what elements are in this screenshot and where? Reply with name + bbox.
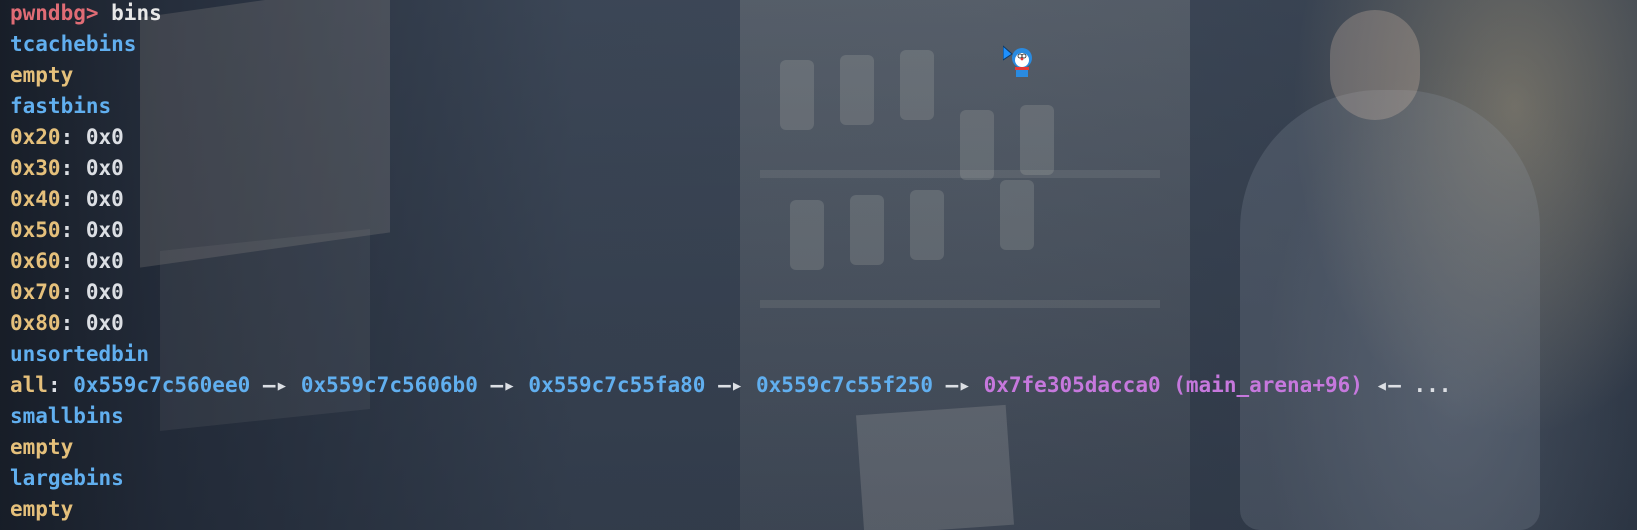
chain-arrow: —▸ <box>250 373 301 397</box>
chunk-address: 0x559c7c55fa80 <box>528 373 706 397</box>
largebins-header: largebins <box>10 466 124 490</box>
command-line: pwndbg> bins <box>10 0 1451 31</box>
chain-arrow: —▸ <box>933 373 984 397</box>
chain-arrow: —▸ <box>705 373 757 397</box>
fastbin-size: 0x70 <box>10 280 61 304</box>
back-arrow: ◂— <box>1362 373 1414 397</box>
tcache-status: empty <box>10 63 74 87</box>
separator: : <box>60 187 86 211</box>
fastbin-size: 0x20 <box>10 125 61 149</box>
chunk-address: 0x559c7c5606b0 <box>300 373 478 397</box>
fastbin-size: 0x80 <box>10 311 61 335</box>
unsortedbin-header: unsortedbin <box>10 342 150 366</box>
separator: : <box>60 156 86 180</box>
fastbin-row: 0x80: 0x0 <box>10 310 1451 341</box>
separator: : <box>60 218 86 242</box>
separator: : <box>60 280 86 304</box>
fastbin-size: 0x60 <box>10 249 61 273</box>
separator: : <box>60 311 86 335</box>
command: bins <box>98 1 162 25</box>
fastbin-value: 0x0 <box>85 311 124 335</box>
fastbins-header: fastbins <box>10 94 112 118</box>
tcache-header: tcachebins <box>10 32 137 56</box>
fastbin-row: 0x60: 0x0 <box>10 248 1451 279</box>
fastbin-size: 0x50 <box>10 218 61 242</box>
separator: : <box>47 373 74 397</box>
fastbin-row: 0x40: 0x0 <box>10 186 1451 217</box>
fastbin-value: 0x0 <box>85 187 124 211</box>
fastbin-size: 0x30 <box>10 156 61 180</box>
fastbin-row: 0x50: 0x0 <box>10 217 1451 248</box>
separator: : <box>60 125 86 149</box>
fastbin-value: 0x0 <box>85 156 124 180</box>
fastbin-value: 0x0 <box>85 249 124 273</box>
chunk-address: 0x559c7c55f250 <box>756 373 934 397</box>
main-arena-address: 0x7fe305dacca0 (main_arena+96) <box>983 373 1363 397</box>
unsorted-label: all <box>10 373 48 397</box>
fastbin-size: 0x40 <box>10 187 61 211</box>
largebins-status: empty <box>10 497 74 521</box>
unsortedbin-chain: all: 0x559c7c560ee0 —▸ 0x559c7c5606b0 —▸… <box>10 372 1451 403</box>
fastbin-value: 0x0 <box>85 218 124 242</box>
fastbin-row: 0x20: 0x0 <box>10 124 1451 155</box>
ellipsis: ... <box>1413 373 1452 397</box>
fastbin-value: 0x0 <box>85 280 124 304</box>
chunk-address: 0x559c7c560ee0 <box>73 373 251 397</box>
prompt: pwndbg> <box>10 1 99 25</box>
terminal-output: pwndbg> bins tcachebins empty fastbins 0… <box>10 0 1451 527</box>
fastbin-row: 0x30: 0x0 <box>10 155 1451 186</box>
separator: : <box>60 249 86 273</box>
chain-arrow: —▸ <box>477 373 529 397</box>
smallbins-status: empty <box>10 435 74 459</box>
fastbin-value: 0x0 <box>85 125 124 149</box>
smallbins-header: smallbins <box>10 404 124 428</box>
fastbin-row: 0x70: 0x0 <box>10 279 1451 310</box>
